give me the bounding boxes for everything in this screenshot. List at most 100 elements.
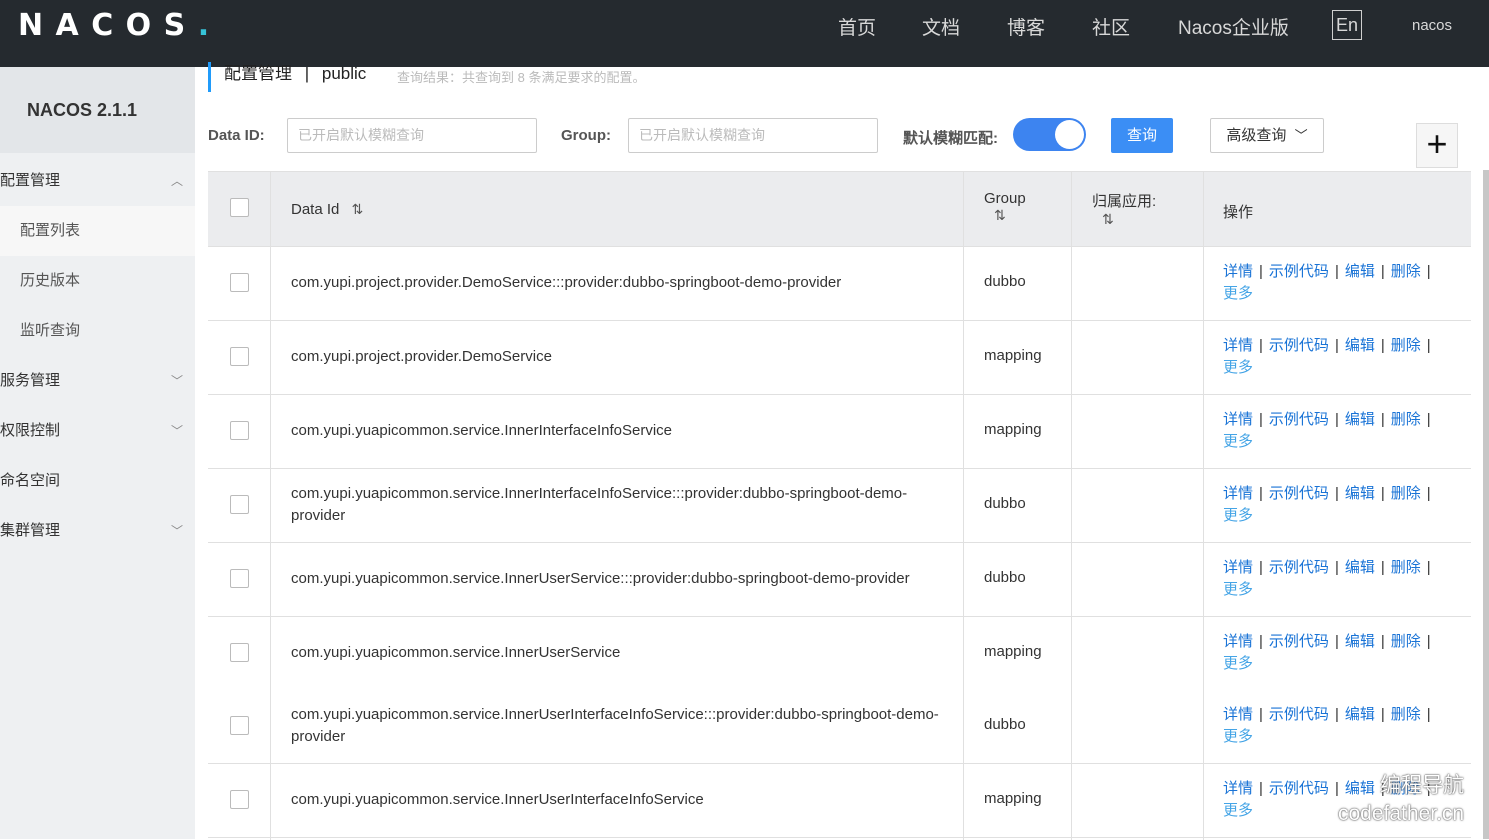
op-separator: | xyxy=(1380,336,1385,354)
watermark: 编程导航 codefather.cn xyxy=(1338,772,1464,828)
group-input[interactable]: 已开启默认模糊查询 xyxy=(628,118,878,153)
table-row: com.yupi.yuapicommon.service.InnerInterf… xyxy=(208,468,1471,543)
detail-link[interactable]: 详情 xyxy=(1223,633,1253,650)
delete-link[interactable]: 删除 xyxy=(1391,559,1421,576)
detail-link[interactable]: 详情 xyxy=(1223,263,1253,280)
delete-link[interactable]: 删除 xyxy=(1391,633,1421,650)
sample-code-link[interactable]: 示例代码 xyxy=(1269,337,1329,354)
header-group[interactable]: Group ⇅ xyxy=(984,190,1026,224)
nav-community[interactable]: 社区 xyxy=(1092,13,1130,40)
dataid-label: Data ID: xyxy=(208,127,265,144)
cell-ops: 详情 | 示例代码 | 编辑 | 删除 | 更多 xyxy=(1223,335,1463,379)
detail-link[interactable]: 详情 xyxy=(1223,706,1253,723)
advanced-query-button[interactable]: 高级查询 ﹀ xyxy=(1210,118,1324,153)
more-link[interactable]: 更多 xyxy=(1223,283,1463,305)
edit-link[interactable]: 编辑 xyxy=(1345,411,1375,428)
more-link[interactable]: 更多 xyxy=(1223,505,1463,527)
op-separator: | xyxy=(1334,263,1339,280)
nav-blog[interactable]: 博客 xyxy=(1007,13,1045,40)
more-link[interactable]: 更多 xyxy=(1223,726,1463,748)
sort-icon[interactable]: ⇅ xyxy=(352,201,364,217)
op-separator: | xyxy=(1426,410,1431,428)
sample-code-link[interactable]: 示例代码 xyxy=(1269,485,1329,502)
op-separator: | xyxy=(1426,336,1431,354)
nav-home[interactable]: 首页 xyxy=(838,13,876,40)
edit-link[interactable]: 编辑 xyxy=(1345,706,1375,723)
page-scrollbar[interactable] xyxy=(1483,170,1489,839)
op-separator: | xyxy=(1259,780,1263,798)
cell-group: mapping xyxy=(984,642,1042,660)
edit-link[interactable]: 编辑 xyxy=(1345,559,1375,576)
detail-link[interactable]: 详情 xyxy=(1223,780,1253,797)
detail-link[interactable]: 详情 xyxy=(1223,559,1253,576)
row-checkbox[interactable] xyxy=(230,790,249,810)
sidebar-item-cluster-management[interactable]: 集群管理 ﹀ xyxy=(0,506,195,556)
sample-code-link[interactable]: 示例代码 xyxy=(1269,780,1329,797)
cell-group: dubbo xyxy=(984,273,1026,290)
edit-link[interactable]: 编辑 xyxy=(1345,337,1375,354)
language-switch-button[interactable]: En xyxy=(1332,10,1362,40)
op-separator: | xyxy=(1259,632,1263,650)
header-dataid[interactable]: Data Id ⇅ xyxy=(291,201,363,218)
sample-code-link[interactable]: 示例代码 xyxy=(1269,706,1329,723)
row-checkbox[interactable] xyxy=(230,273,249,292)
row-checkbox[interactable] xyxy=(230,716,249,736)
top-navbar: N A C O S . 首页 文档 博客 社区 Nacos企业版 En naco… xyxy=(0,0,1489,67)
more-link[interactable]: 更多 xyxy=(1223,431,1463,453)
detail-link[interactable]: 详情 xyxy=(1223,485,1253,502)
nacos-logo[interactable]: N A C O S . xyxy=(18,8,210,43)
delete-link[interactable]: 删除 xyxy=(1391,411,1421,428)
row-checkbox[interactable] xyxy=(230,494,249,514)
header-app[interactable]: 归属应用: ⇅ xyxy=(1092,190,1156,228)
row-checkbox[interactable] xyxy=(230,420,249,440)
edit-link[interactable]: 编辑 xyxy=(1345,485,1375,502)
op-separator: | xyxy=(1259,263,1263,280)
edit-link[interactable]: 编辑 xyxy=(1345,263,1375,280)
user-menu[interactable]: nacos xyxy=(1412,17,1452,34)
op-separator: | xyxy=(1334,484,1339,502)
sidebar-item-listener-query[interactable]: 监听查询 xyxy=(0,306,195,356)
sort-icon[interactable]: ⇅ xyxy=(1102,211,1156,228)
delete-link[interactable]: 删除 xyxy=(1391,337,1421,354)
select-all-checkbox[interactable] xyxy=(230,198,249,217)
column-divider xyxy=(1203,172,1204,840)
delete-link[interactable]: 删除 xyxy=(1391,706,1421,723)
sample-code-link[interactable]: 示例代码 xyxy=(1269,559,1329,576)
row-checkbox[interactable] xyxy=(230,346,249,366)
sidebar-item-history[interactable]: 历史版本 xyxy=(0,256,195,306)
fuzzy-match-toggle[interactable] xyxy=(1013,118,1086,151)
more-link[interactable]: 更多 xyxy=(1223,357,1463,379)
sample-code-link[interactable]: 示例代码 xyxy=(1269,263,1329,280)
sidebar: NACOS 2.1.1 配置管理 ︿ 配置列表 历史版本 监听查询 服务管理 ﹀… xyxy=(0,67,195,839)
delete-link[interactable]: 删除 xyxy=(1391,263,1421,280)
cell-dataid: com.yupi.yuapicommon.service.InnerUserIn… xyxy=(291,791,704,809)
delete-link[interactable]: 删除 xyxy=(1391,485,1421,502)
detail-link[interactable]: 详情 xyxy=(1223,337,1253,354)
sample-code-link[interactable]: 示例代码 xyxy=(1269,411,1329,428)
sidebar-item-config-list[interactable]: 配置列表 xyxy=(0,206,195,256)
breadcrumb-separator: | xyxy=(304,64,310,83)
more-link[interactable]: 更多 xyxy=(1223,579,1463,601)
sort-icon[interactable]: ⇅ xyxy=(994,207,1026,224)
table-row: com.yupi.yuapicommon.service.InnerUserIn… xyxy=(208,764,1471,839)
more-link[interactable]: 更多 xyxy=(1223,653,1463,675)
version-label: NACOS 2.1.1 xyxy=(0,67,195,153)
sidebar-item-service-management[interactable]: 服务管理 ﹀ xyxy=(0,356,195,406)
sidebar-item-config-management[interactable]: 配置管理 ︿ xyxy=(0,156,195,206)
chevron-up-icon: ︿ xyxy=(170,174,183,188)
query-button[interactable]: 查询 xyxy=(1111,118,1173,153)
op-separator: | xyxy=(1380,558,1385,576)
sample-code-link[interactable]: 示例代码 xyxy=(1269,633,1329,650)
sidebar-item-namespace[interactable]: 命名空间 xyxy=(0,456,195,506)
edit-link[interactable]: 编辑 xyxy=(1345,633,1375,650)
nav-enterprise[interactable]: Nacos企业版 xyxy=(1178,13,1289,40)
row-checkbox[interactable] xyxy=(230,642,249,662)
detail-link[interactable]: 详情 xyxy=(1223,411,1253,428)
row-checkbox[interactable] xyxy=(230,568,249,588)
chevron-down-icon: ﹀ xyxy=(170,424,183,438)
sidebar-item-label: 监听查询 xyxy=(20,322,81,339)
sidebar-item-access-control[interactable]: 权限控制 ﹀ xyxy=(0,406,195,456)
dataid-input[interactable]: 已开启默认模糊查询 xyxy=(287,118,537,153)
nav-docs[interactable]: 文档 xyxy=(922,13,960,40)
add-config-button[interactable]: + xyxy=(1416,123,1458,168)
